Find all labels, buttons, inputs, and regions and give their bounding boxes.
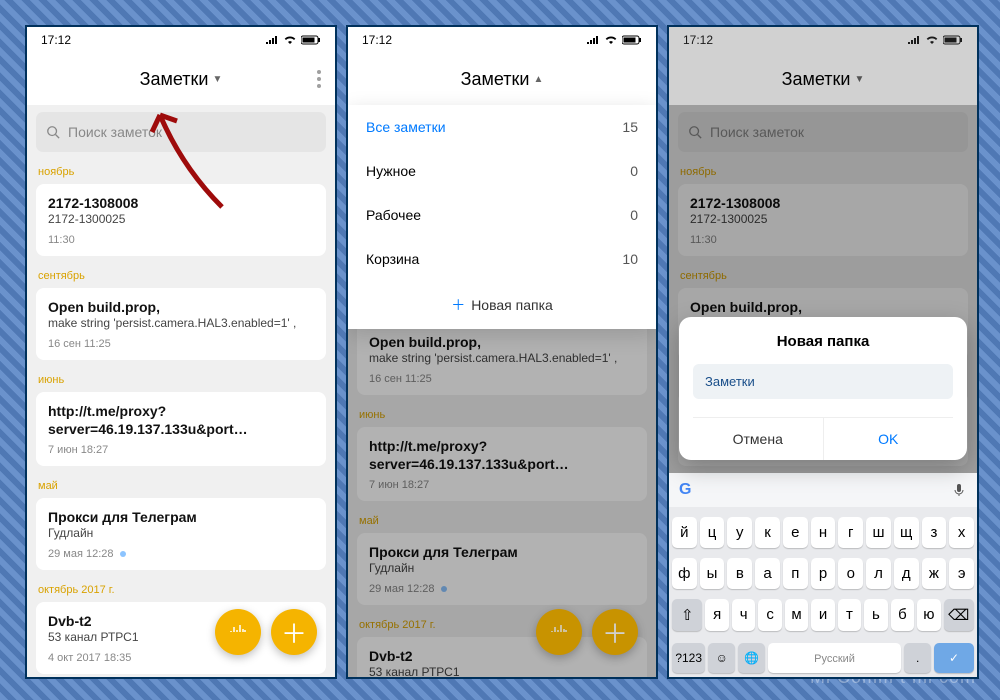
key-numbers[interactable]: ?123 (672, 643, 705, 673)
note-card[interactable]: 2172-13080082172-130002511:30 (36, 184, 326, 256)
key-letter[interactable]: ф (672, 558, 697, 589)
key-space[interactable]: Русский (768, 643, 901, 673)
key-globe[interactable]: 🌐 (738, 643, 765, 673)
key-letter[interactable]: к (755, 517, 780, 548)
folder-item[interactable]: Корзина10 (348, 237, 656, 281)
notes-feed: Поиск заметок ноябрь 2172-13080082172-130… (27, 105, 335, 677)
new-folder-button[interactable]: ＋Новая папка (348, 281, 656, 329)
search-icon (46, 125, 60, 139)
key-letter[interactable]: л (866, 558, 891, 589)
group-header: сентябрь (38, 270, 324, 282)
voice-note-fab[interactable] (215, 609, 261, 655)
key-letter[interactable]: т (838, 599, 861, 631)
key-letter[interactable]: д (894, 558, 919, 589)
group-header: октябрь 2017 г. (38, 584, 324, 596)
key-letter[interactable]: э (949, 558, 974, 589)
key-letter[interactable]: ю (917, 599, 940, 631)
key-letter[interactable]: с (758, 599, 781, 631)
phone-2: 17:12 Заметки ▲ сентябрьOpen build.prop,… (346, 25, 658, 679)
key-letter[interactable]: х (949, 517, 974, 548)
key-letter[interactable]: ч (732, 599, 755, 631)
keyboard-bottom-row: ?123 ☺ 🌐 Русский . ✓ (669, 643, 977, 677)
key-emoji[interactable]: ☺ (708, 643, 735, 673)
key-letter[interactable]: е (783, 517, 808, 548)
wifi-icon (283, 35, 297, 45)
key-letter[interactable]: ь (864, 599, 887, 631)
dropdown-arrow-icon: ▼ (212, 74, 222, 85)
group-header: ноябрь (38, 166, 324, 178)
signal-icon (586, 35, 600, 45)
keyboard-suggestions: G (669, 473, 977, 507)
key-letter[interactable]: з (922, 517, 947, 548)
dialog-title: Новая папка (693, 333, 953, 350)
status-time: 17:12 (362, 33, 392, 47)
key-letter[interactable]: ы (700, 558, 725, 589)
search-input[interactable]: Поиск заметок (36, 112, 326, 152)
mic-icon[interactable] (951, 482, 967, 498)
new-folder-dialog: Новая папка Заметки Отмена OK (679, 317, 967, 460)
key-letter[interactable]: г (838, 517, 863, 548)
dropdown-arrow-icon: ▲ (533, 74, 543, 85)
note-card[interactable]: Open build.prop,make string 'persist.cam… (36, 288, 326, 360)
status-bar: 17:12 (27, 27, 335, 53)
folder-item[interactable]: Нужное0 (348, 149, 656, 193)
header: Заметки ▲ (348, 53, 656, 105)
dialog-ok-button[interactable]: OK (824, 418, 954, 460)
key-letter[interactable]: в (727, 558, 752, 589)
key-letter[interactable]: о (838, 558, 863, 589)
key-letter[interactable]: я (705, 599, 728, 631)
key-letter[interactable]: й (672, 517, 697, 548)
signal-icon (265, 35, 279, 45)
group-header: май (38, 480, 324, 492)
add-note-fab[interactable]: ＋ (271, 609, 317, 655)
key-backspace[interactable]: ⌫ (944, 599, 974, 631)
google-icon[interactable]: G (679, 481, 691, 499)
key-letter[interactable]: у (727, 517, 752, 548)
group-header: июнь (38, 374, 324, 386)
folders-menu: Все заметки15Нужное0Рабочее0Корзина10 ＋Н… (348, 105, 656, 329)
key-letter[interactable]: б (891, 599, 914, 631)
key-letter[interactable]: ц (700, 517, 725, 548)
folder-item[interactable]: Рабочее0 (348, 193, 656, 237)
key-letter[interactable]: ж (922, 558, 947, 589)
keyboard: G йцукенгшщзх фывапролджэ ⇧ячсмитьбю⌫ ?123… (669, 473, 977, 677)
folder-item[interactable]: Все заметки15 (348, 105, 656, 149)
key-period[interactable]: . (904, 643, 931, 673)
key-shift[interactable]: ⇧ (672, 599, 702, 631)
status-bar: 17:12 (348, 27, 656, 53)
key-letter[interactable]: н (811, 517, 836, 548)
more-menu-button[interactable] (317, 70, 321, 88)
dialog-cancel-button[interactable]: Отмена (693, 418, 824, 460)
notes-title-dropdown[interactable]: Заметки ▼ (140, 69, 223, 90)
key-enter[interactable]: ✓ (934, 643, 974, 673)
key-letter[interactable]: щ (894, 517, 919, 548)
key-letter[interactable]: р (811, 558, 836, 589)
key-letter[interactable]: м (785, 599, 808, 631)
notes-title-dropdown[interactable]: Заметки ▲ (461, 69, 544, 90)
phone-1: 17:12 Заметки ▼ Поиск заметок ноябрь 2172… (25, 25, 337, 679)
wifi-icon (604, 35, 618, 45)
note-card[interactable]: http://t.me/proxy?server=46.19.137.133u&… (36, 392, 326, 466)
battery-icon (622, 35, 642, 45)
status-time: 17:12 (41, 33, 71, 47)
phone-3: 17:12 Заметки ▼ Поиск заметок ноябрь2172… (667, 25, 979, 679)
folder-name-input[interactable]: Заметки (693, 364, 953, 399)
key-letter[interactable]: п (783, 558, 808, 589)
header: Заметки ▼ (27, 53, 335, 105)
key-letter[interactable]: а (755, 558, 780, 589)
key-letter[interactable]: ш (866, 517, 891, 548)
key-letter[interactable]: и (811, 599, 834, 631)
note-card[interactable]: Прокси для ТелеграмГудлайн29 мая 12:28 (36, 498, 326, 570)
battery-icon (301, 35, 321, 45)
